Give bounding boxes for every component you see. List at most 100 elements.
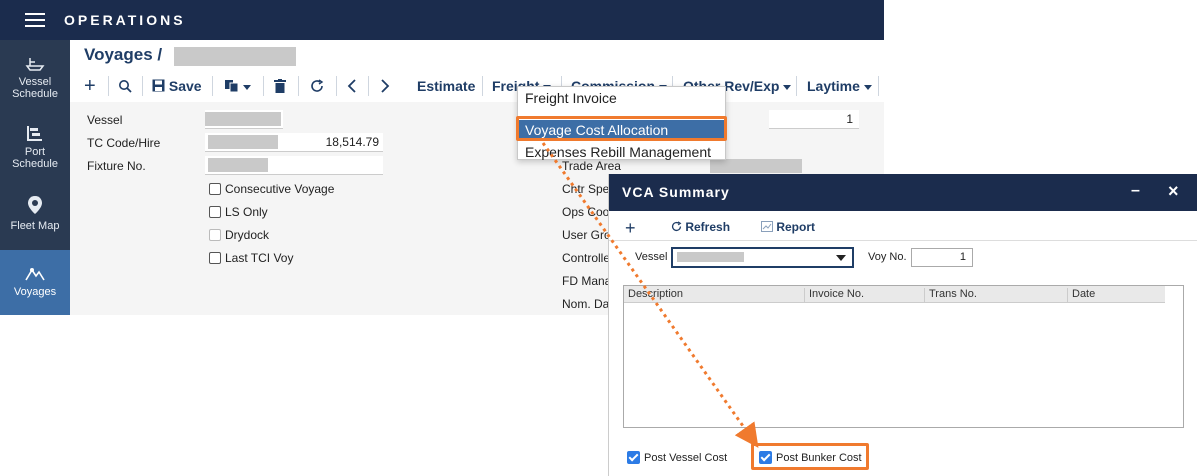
fd-manager-label: FD Mana	[562, 274, 612, 288]
map-pin-icon	[28, 196, 42, 214]
menu-item-expenses-rebill-management[interactable]: Expenses Rebill Management	[525, 144, 711, 160]
checkbox-label: Post Vessel Cost	[644, 451, 728, 464]
minimize-icon[interactable]: –	[1131, 182, 1140, 200]
copy-icon	[225, 80, 239, 93]
trade-area-label: Trade Area	[562, 159, 621, 173]
app-title: OPERATIONS	[64, 12, 186, 28]
floppy-disk-icon	[152, 79, 165, 92]
fixture-no-field[interactable]	[205, 156, 383, 175]
tc-code-hire-label: TC Code/Hire	[87, 136, 161, 150]
sidebar-item-fleet-map[interactable]: Fleet Map	[0, 194, 70, 244]
checkbox-label: LS Only	[225, 205, 268, 219]
refresh-button[interactable]	[310, 76, 324, 96]
checkbox-checked-icon	[627, 451, 640, 464]
dialog-header: VCA Summary – ×	[609, 174, 1197, 211]
column-header-date[interactable]: Date	[1068, 288, 1165, 302]
report-button[interactable]: Report	[761, 220, 815, 234]
checkbox-label: Consecutive Voyage	[225, 182, 335, 196]
redacted-value	[208, 135, 278, 149]
menu-item-freight-invoice[interactable]: Freight Invoice	[525, 90, 617, 106]
table-header: Description Invoice No. Trans No. Date	[624, 286, 1165, 303]
vessel-label: Vessel	[635, 251, 668, 263]
laytime-label: Laytime	[807, 78, 860, 94]
add-icon[interactable]: +	[625, 218, 636, 239]
redacted-value	[205, 112, 281, 126]
user-group-label: User Gro	[562, 228, 611, 242]
route-icon	[25, 268, 45, 281]
breadcrumb: Voyages /	[84, 45, 163, 64]
refresh-icon	[671, 221, 682, 232]
save-button[interactable]: Save	[152, 76, 202, 96]
refresh-icon	[311, 79, 324, 92]
voy-no-field[interactable]: 1	[911, 248, 973, 267]
fixture-no-label: Fixture No.	[87, 159, 146, 173]
hamburger-menu-icon[interactable]	[25, 13, 45, 27]
chevron-down-icon	[243, 84, 251, 90]
separator	[368, 76, 369, 96]
vca-summary-dialog: VCA Summary – × + Refresh Report Vessel …	[608, 174, 1197, 476]
delete-button[interactable]	[274, 76, 286, 96]
sidebar-item-label: Voyages	[13, 286, 57, 298]
top-bar: OPERATIONS	[0, 0, 884, 40]
sidebar-item-vessel-schedule[interactable]: Vessel Schedule	[0, 54, 70, 114]
laytime-menu[interactable]: Laytime	[807, 76, 872, 96]
chart-icon	[761, 221, 773, 232]
sidebar-item-label: Vessel	[18, 76, 52, 88]
sidebar-item-voyages[interactable]: Voyages	[0, 250, 70, 315]
column-header-description[interactable]: Description	[624, 288, 805, 302]
voy-no-label: Voy No.	[868, 251, 907, 263]
refresh-button[interactable]: Refresh	[671, 220, 730, 234]
copy-menu-button[interactable]	[225, 76, 251, 96]
column-header-trans-no[interactable]: Trans No.	[925, 288, 1068, 302]
separator	[263, 76, 264, 96]
checkbox-box	[209, 206, 221, 218]
sidebar-item-label: Fleet Map	[10, 220, 60, 232]
next-button[interactable]	[380, 76, 390, 96]
search-icon[interactable]	[118, 76, 132, 96]
toolbar: + Save Estimate Freight Other Rev/Exp La…	[70, 72, 884, 100]
checkbox-box	[209, 183, 221, 195]
checkbox-box	[209, 229, 221, 241]
last-tci-voy-checkbox[interactable]: Last TCI Voy	[209, 251, 293, 265]
separator	[796, 76, 797, 96]
chevron-down-icon	[836, 255, 846, 261]
separator	[108, 76, 109, 96]
voyage-name-redacted	[174, 47, 296, 66]
chevron-right-icon	[381, 79, 390, 93]
separator	[142, 76, 143, 96]
separator	[878, 76, 879, 96]
close-icon[interactable]: ×	[1168, 181, 1179, 202]
controller-label: Controlle	[562, 251, 611, 265]
separator	[336, 76, 337, 96]
report-label: Report	[776, 220, 816, 234]
checkbox-box	[209, 252, 221, 264]
separator	[298, 76, 299, 96]
trash-icon	[274, 79, 286, 93]
ls-only-checkbox[interactable]: LS Only	[209, 205, 268, 219]
post-vessel-cost-checkbox[interactable]: Post Vessel Cost	[627, 451, 727, 464]
vessel-select[interactable]	[671, 247, 854, 268]
gantt-icon	[27, 126, 42, 141]
ops-coord-label: Ops Coo	[562, 205, 610, 219]
sidebar-item-label: Schedule	[12, 88, 58, 100]
checkbox-label: Drydock	[225, 228, 270, 242]
hire-value-field[interactable]: 18,514.79	[283, 133, 383, 152]
add-icon[interactable]: +	[84, 76, 96, 96]
column-header-invoice-no[interactable]: Invoice No.	[805, 288, 925, 302]
ship-icon	[25, 58, 45, 71]
tc-code-field[interactable]	[205, 133, 283, 152]
divider	[609, 240, 1197, 241]
estimate-button[interactable]: Estimate	[417, 76, 475, 96]
dialog-title: VCA Summary	[622, 184, 730, 200]
sidebar-item-port-schedule[interactable]: Port Schedule	[0, 124, 70, 184]
nom-date-label: Nom. Da	[562, 297, 610, 311]
vessel-field[interactable]	[205, 110, 283, 129]
previous-button[interactable]	[347, 76, 357, 96]
chtr-spec-label: Chtr Spe	[562, 182, 610, 196]
highlight-frame	[751, 443, 869, 470]
voyage-number-field[interactable]: 1	[769, 110, 859, 129]
save-label: Save	[168, 78, 202, 94]
consecutive-voyage-checkbox[interactable]: Consecutive Voyage	[209, 182, 334, 196]
trade-area-field[interactable]	[710, 159, 802, 173]
drydock-checkbox[interactable]: Drydock	[209, 228, 269, 242]
